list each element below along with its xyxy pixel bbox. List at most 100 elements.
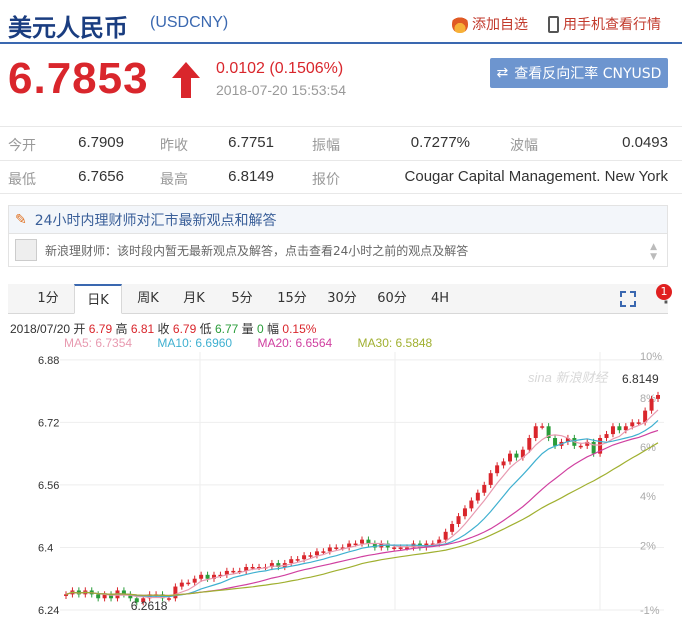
amplitude-value: 0.15% xyxy=(282,322,317,336)
tab-1min[interactable]: 1分 xyxy=(26,284,70,314)
stat-value: 6.8149 xyxy=(228,168,274,185)
phone-icon xyxy=(548,15,559,33)
volume-value: 0 xyxy=(257,322,264,336)
reverse-rate-label: 查看反向汇率 CNYUSD xyxy=(514,66,662,82)
candle-body xyxy=(623,426,628,431)
view-on-mobile-button[interactable]: 用手机查看行情 xyxy=(548,14,661,34)
ma30-line xyxy=(65,442,659,597)
candle-body xyxy=(604,434,609,438)
candle-body xyxy=(617,426,622,431)
candle-body xyxy=(295,559,300,561)
candle-body xyxy=(533,426,538,438)
tab-5min[interactable]: 5分 xyxy=(220,284,264,314)
flame-icon xyxy=(452,15,468,33)
ohlc-info: 2018/07/20 开 6.79 高 6.81 收 6.79 低 6.77 量… xyxy=(10,320,316,337)
stat-value: 0.0493 xyxy=(622,134,668,151)
y-tick-label: 6.24 xyxy=(38,605,59,617)
candle-body xyxy=(321,551,326,553)
tab-weekly-k[interactable]: 周K xyxy=(126,284,170,314)
stat-label: 昨收 xyxy=(160,138,188,154)
period-tabs: 1分 日K 周K 月K 5分 15分 30分 60分 4H ⋮ xyxy=(8,284,674,314)
up-arrow-icon xyxy=(172,62,200,98)
candle-body xyxy=(360,539,364,544)
tab-60min[interactable]: 60分 xyxy=(368,284,416,314)
notification-badge: 1 xyxy=(656,284,672,300)
add-favorite-button[interactable]: 添加自选 xyxy=(452,14,528,34)
stat-label: 最高 xyxy=(160,172,188,188)
amplitude-label: 幅 xyxy=(267,322,280,336)
advisor-views-header[interactable]: ✎ 24小时内理财师对汇市最新观点和解答 xyxy=(9,206,667,234)
candle-body xyxy=(482,484,487,493)
candle-body xyxy=(553,438,558,446)
candle-body xyxy=(250,567,255,569)
high-label: 高 xyxy=(115,322,128,336)
stats-row: 最低 6.7656 最高 6.8149 报价 Cougar Capital Ma… xyxy=(0,160,682,194)
tab-monthly-k[interactable]: 月K xyxy=(172,284,216,314)
price-change: 0.0102 (0.1506%) xyxy=(216,60,344,77)
candle-body xyxy=(314,551,319,556)
header-bar: 美元人民币 (USDCNY) 添加自选 用手机查看行情 xyxy=(0,0,682,44)
pair-code: (USDCNY) xyxy=(150,14,229,31)
candle-body xyxy=(591,441,596,454)
candle-body xyxy=(610,426,615,435)
candle-body xyxy=(173,586,178,599)
open-value: 6.79 xyxy=(88,322,113,336)
advisor-views-panel: ✎ 24小时内理财师对汇市最新观点和解答 新浪理财师：该时段内暂无最新观点及解答… xyxy=(8,205,668,267)
reverse-rate-button[interactable]: ⇄ 查看反向汇率 CNYUSD xyxy=(490,58,668,88)
pct-tick-label: 2% xyxy=(640,540,656,552)
y-tick-label: 6.88 xyxy=(38,355,59,367)
fullscreen-icon[interactable] xyxy=(620,291,636,307)
stats-row: 今开 6.7909 昨收 6.7751 振幅 0.7277% 波幅 0.0493 xyxy=(0,126,682,160)
ma20-line xyxy=(65,429,659,597)
pencil-icon: ✎ xyxy=(15,211,27,228)
candle-body xyxy=(450,524,455,532)
candle-body xyxy=(353,543,358,546)
candle-body xyxy=(636,422,641,424)
candle-body xyxy=(199,574,204,579)
avatar xyxy=(15,239,37,261)
pct-tick-label: 10% xyxy=(640,351,662,363)
candle-body xyxy=(540,426,545,428)
add-favorite-label: 添加自选 xyxy=(472,17,528,33)
candle-body xyxy=(308,555,313,557)
candle-body xyxy=(96,594,101,599)
y-tick-label: 6.4 xyxy=(38,542,53,554)
stat-label: 振幅 xyxy=(312,138,340,154)
candle-body xyxy=(302,555,307,560)
advisor-views-message[interactable]: 新浪理财师：该时段内暂无最新观点及解答，点击查看24小时之前的观点及解答 xyxy=(9,234,667,266)
pct-tick-label: -1% xyxy=(640,605,660,617)
candle-body xyxy=(508,453,512,462)
candle-body xyxy=(327,547,332,552)
tab-30min[interactable]: 30分 xyxy=(318,284,366,314)
candle-body xyxy=(192,578,197,583)
candle-body xyxy=(205,574,210,579)
scroll-arrows-icon[interactable]: ▲ ▼ xyxy=(650,242,657,262)
candle-body xyxy=(64,594,68,596)
pct-tick-label: 4% xyxy=(640,491,656,503)
candle-body xyxy=(443,531,448,540)
tab-daily-k[interactable]: 日K xyxy=(74,284,122,314)
open-label: 开 xyxy=(73,322,86,336)
stat-label: 最低 xyxy=(8,172,36,188)
tab-4h[interactable]: 4H xyxy=(418,284,462,314)
quote-timestamp: 2018-07-20 15:53:54 xyxy=(216,82,346,98)
candle-body xyxy=(166,598,171,600)
current-price: 6.7853 xyxy=(8,54,149,103)
stat-value: 0.7277% xyxy=(410,134,470,151)
candle-body xyxy=(578,445,583,448)
candle-body xyxy=(514,453,519,458)
low-value: 6.77 xyxy=(214,322,239,336)
stat-value: 6.7909 xyxy=(78,134,124,151)
stat-label: 今开 xyxy=(8,138,36,154)
candle-body xyxy=(475,492,480,501)
min-price-label: 6.2618 xyxy=(131,599,168,613)
candlestick-chart[interactable]: 6.886.726.566.46.2410%8%6%4%2%-1%sina 新浪… xyxy=(0,348,682,618)
stat-value: Cougar Capital Management. New York xyxy=(404,168,668,185)
candle-body xyxy=(495,465,500,474)
candle-body xyxy=(630,422,635,427)
candle-body xyxy=(456,516,461,524)
stat-value: 6.7751 xyxy=(228,134,274,151)
y-tick-label: 6.56 xyxy=(38,480,59,492)
tab-15min[interactable]: 15分 xyxy=(268,284,316,314)
candle-body xyxy=(462,508,467,517)
